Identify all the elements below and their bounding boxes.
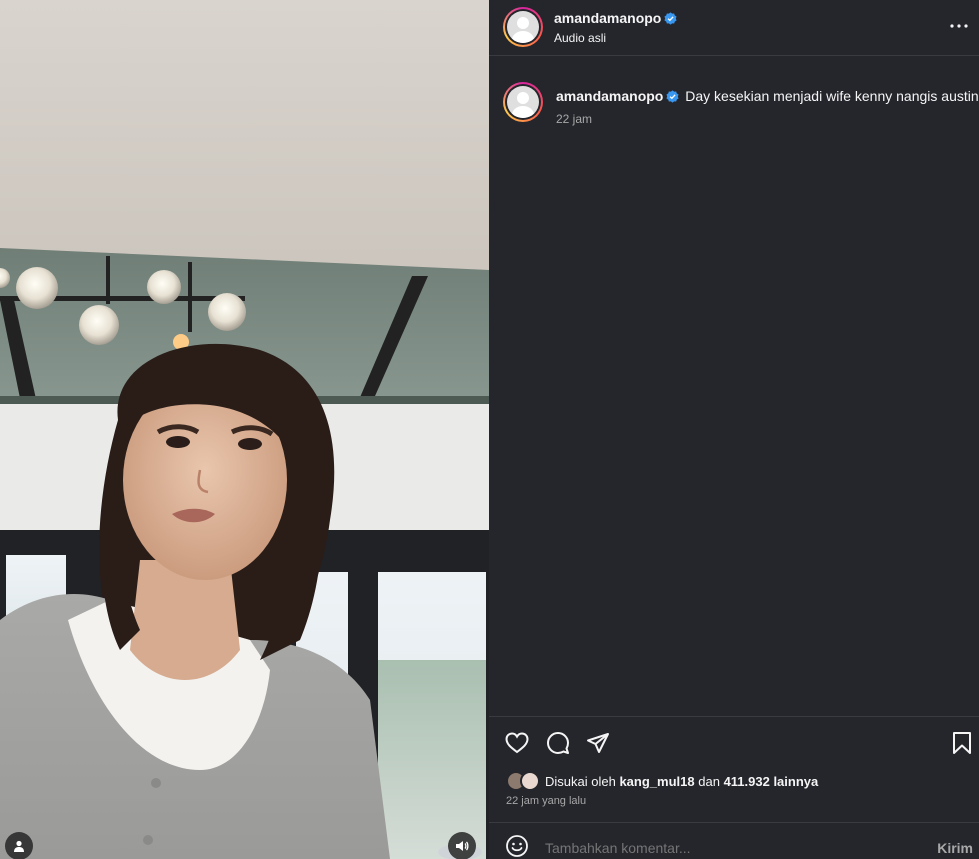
audio-toggle-button[interactable] xyxy=(448,832,476,859)
comment-input[interactable] xyxy=(545,840,905,856)
post-video[interactable] xyxy=(0,0,489,859)
verified-badge-icon xyxy=(664,12,677,25)
comment-bubble-icon xyxy=(547,732,569,754)
more-options-button[interactable] xyxy=(947,14,971,38)
more-horizontal-icon xyxy=(950,24,968,28)
action-bar: Disukai oleh kang_mul18 dan 411.932 lain… xyxy=(489,716,979,822)
liked-by-others[interactable]: 411.932 lainnya xyxy=(724,774,819,789)
speaker-icon xyxy=(456,841,469,851)
author-avatar[interactable] xyxy=(503,7,543,47)
caption-timestamp[interactable]: 22 jam xyxy=(556,112,592,126)
verified-badge-icon xyxy=(666,90,679,103)
heart-icon xyxy=(505,732,529,754)
smiley-icon[interactable] xyxy=(505,834,529,858)
comment-composer: Kirim xyxy=(489,822,979,859)
liker-avatars[interactable] xyxy=(506,771,542,791)
caption-username[interactable]: amandamanopo xyxy=(556,88,663,104)
post-modal: amandamanopo Audio asli amandamanopo Day… xyxy=(0,0,979,859)
video-frame-image xyxy=(0,0,489,859)
post-header: amandamanopo Audio asli xyxy=(489,0,979,56)
liked-by-prefix: Disukai oleh xyxy=(545,773,616,789)
liked-by-user[interactable]: kang_mul18 xyxy=(619,774,694,789)
post-comment-button[interactable]: Kirim xyxy=(937,840,973,856)
paper-plane-icon xyxy=(587,733,609,753)
save-button[interactable] xyxy=(948,729,976,757)
user-tag-button[interactable] xyxy=(5,832,33,859)
bookmark-icon xyxy=(953,732,971,754)
share-button[interactable] xyxy=(584,729,612,757)
caption-author-avatar[interactable] xyxy=(503,82,543,122)
post-details-panel: amandamanopo Audio asli amandamanopo Day… xyxy=(489,0,979,859)
author-username[interactable]: amandamanopo xyxy=(554,10,661,26)
audio-label[interactable]: Audio asli xyxy=(554,31,606,45)
post-timestamp[interactable]: 22 jam yang lalu xyxy=(506,795,586,807)
liked-by-connector: dan xyxy=(698,773,720,789)
comment-button[interactable] xyxy=(544,729,572,757)
caption-body: Day kesekian menjadi wife kenny nangis a… xyxy=(685,88,979,104)
like-button[interactable] xyxy=(503,729,531,757)
person-icon xyxy=(14,840,24,852)
caption-text-line: amandamanopo Day kesekian menjadi wife k… xyxy=(556,88,979,104)
author-name-line: amandamanopo xyxy=(554,10,677,28)
liker-avatar xyxy=(520,771,540,791)
likes-summary: Disukai oleh kang_mul18 dan 411.932 lain… xyxy=(506,771,818,791)
